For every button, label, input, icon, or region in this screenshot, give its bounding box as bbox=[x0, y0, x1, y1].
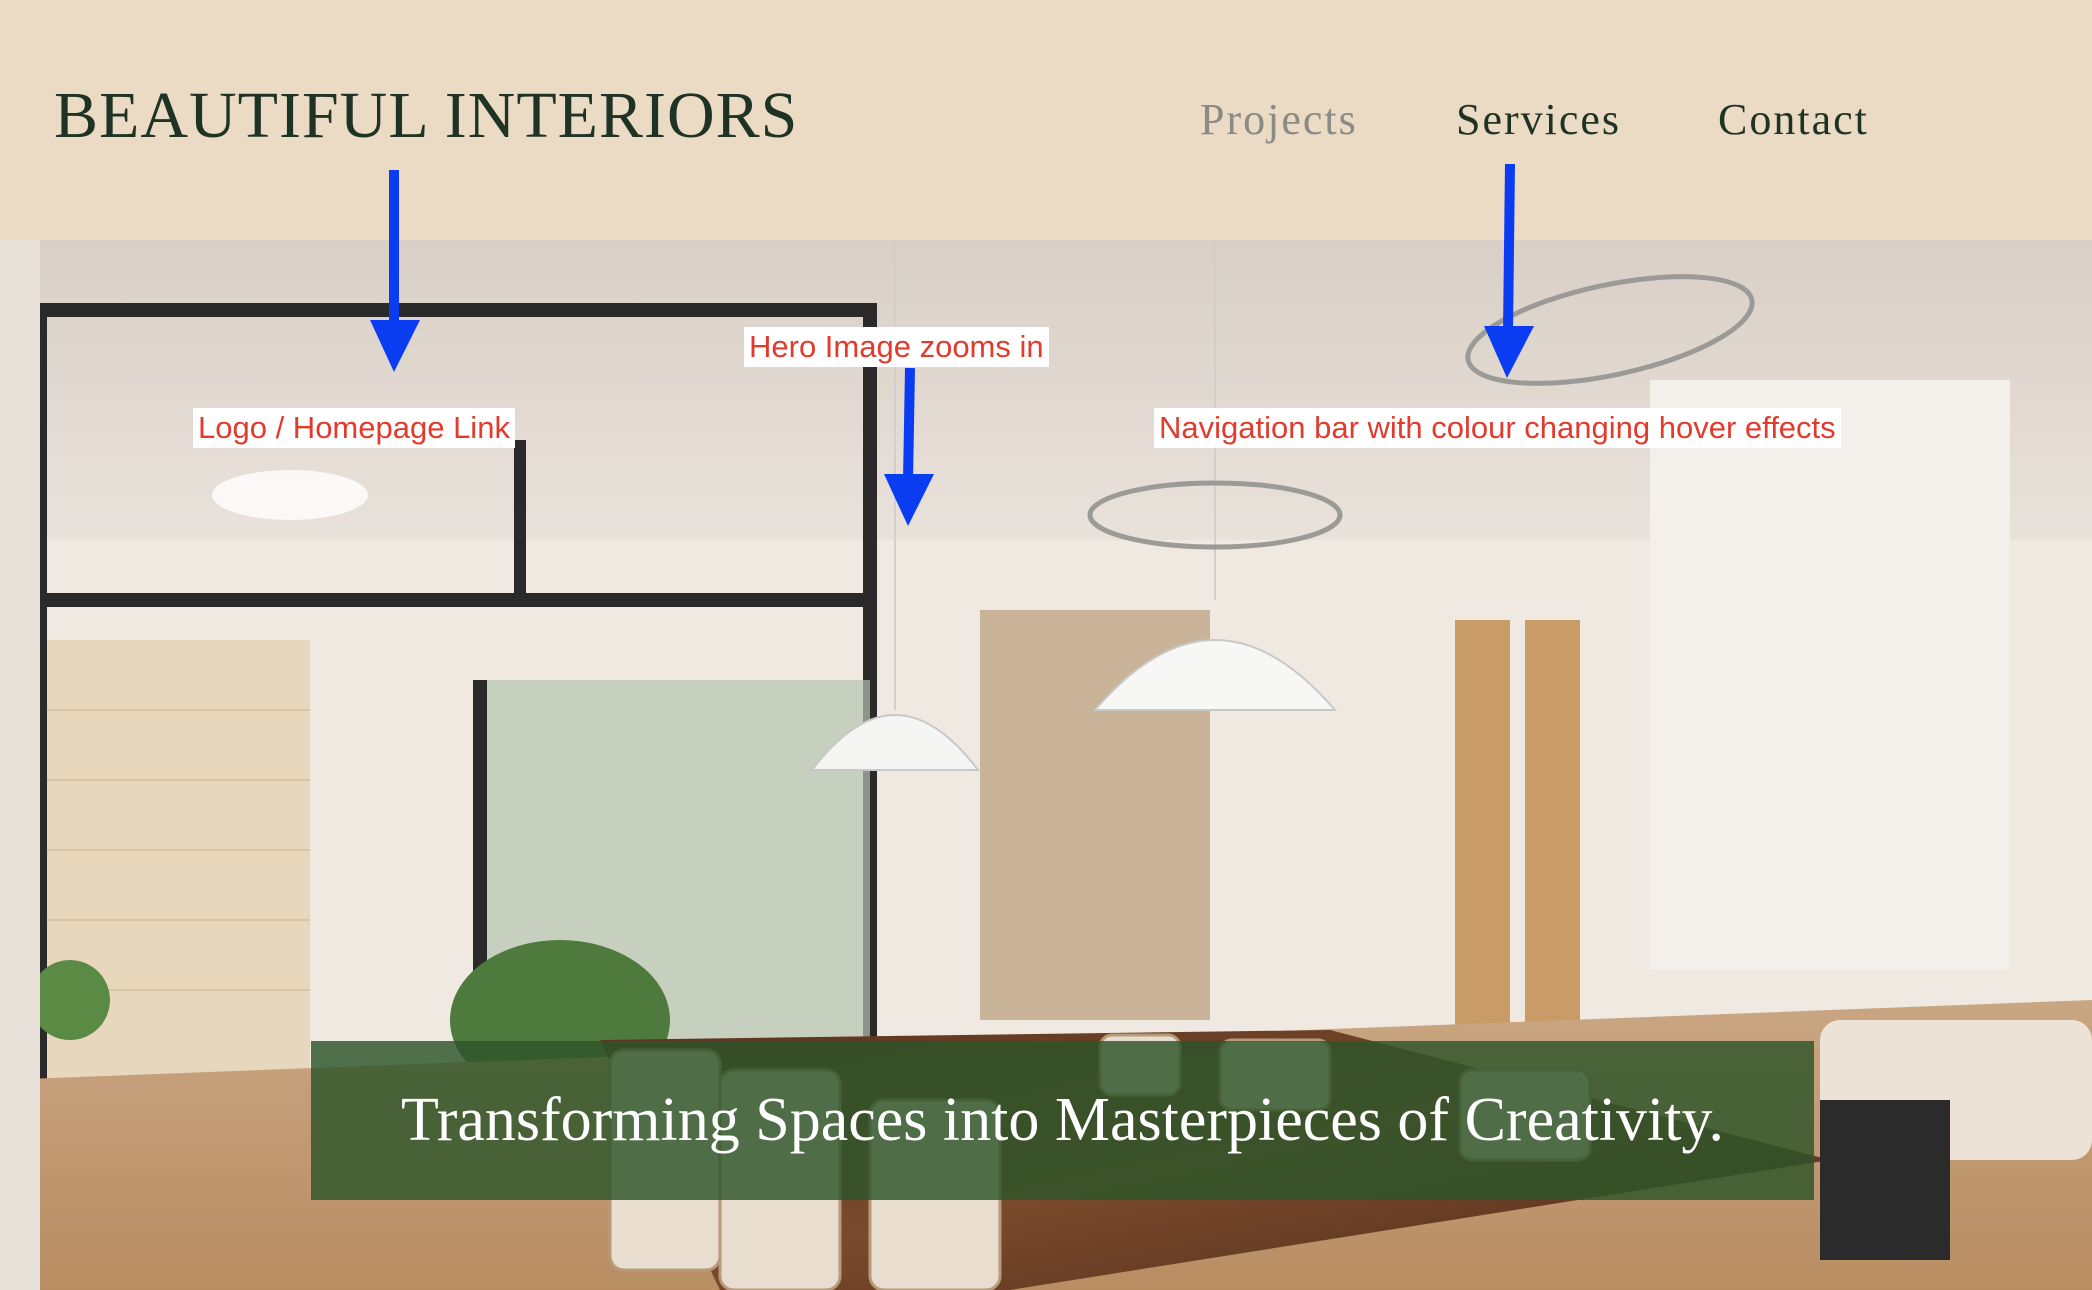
nav-annotation-label: Navigation bar with colour changing hove… bbox=[1154, 408, 1841, 448]
logo-homepage-link[interactable]: BEAUTIFUL INTERIORS bbox=[54, 78, 798, 154]
nav-link-projects[interactable]: Projects bbox=[1200, 94, 1358, 145]
nav-link-services[interactable]: Services bbox=[1456, 94, 1621, 145]
hero-tagline-overlay: Transforming Spaces into Masterpieces of… bbox=[311, 1041, 1814, 1200]
logo-annotation-label: Logo / Homepage Link bbox=[193, 408, 515, 448]
nav-annotation-arrow bbox=[1484, 163, 1534, 378]
logo-annotation-arrow bbox=[370, 170, 420, 372]
site-header: BEAUTIFUL INTERIORS Projects Services Co… bbox=[0, 0, 2092, 240]
hero-annotation-arrow bbox=[884, 367, 934, 526]
hero-section: Transforming Spaces into Masterpieces of… bbox=[0, 240, 2092, 1290]
hero-annotation-label: Hero Image zooms in bbox=[744, 327, 1049, 367]
nav-link-contact[interactable]: Contact bbox=[1718, 94, 1869, 145]
hero-tagline: Transforming Spaces into Masterpieces of… bbox=[401, 1086, 1724, 1154]
